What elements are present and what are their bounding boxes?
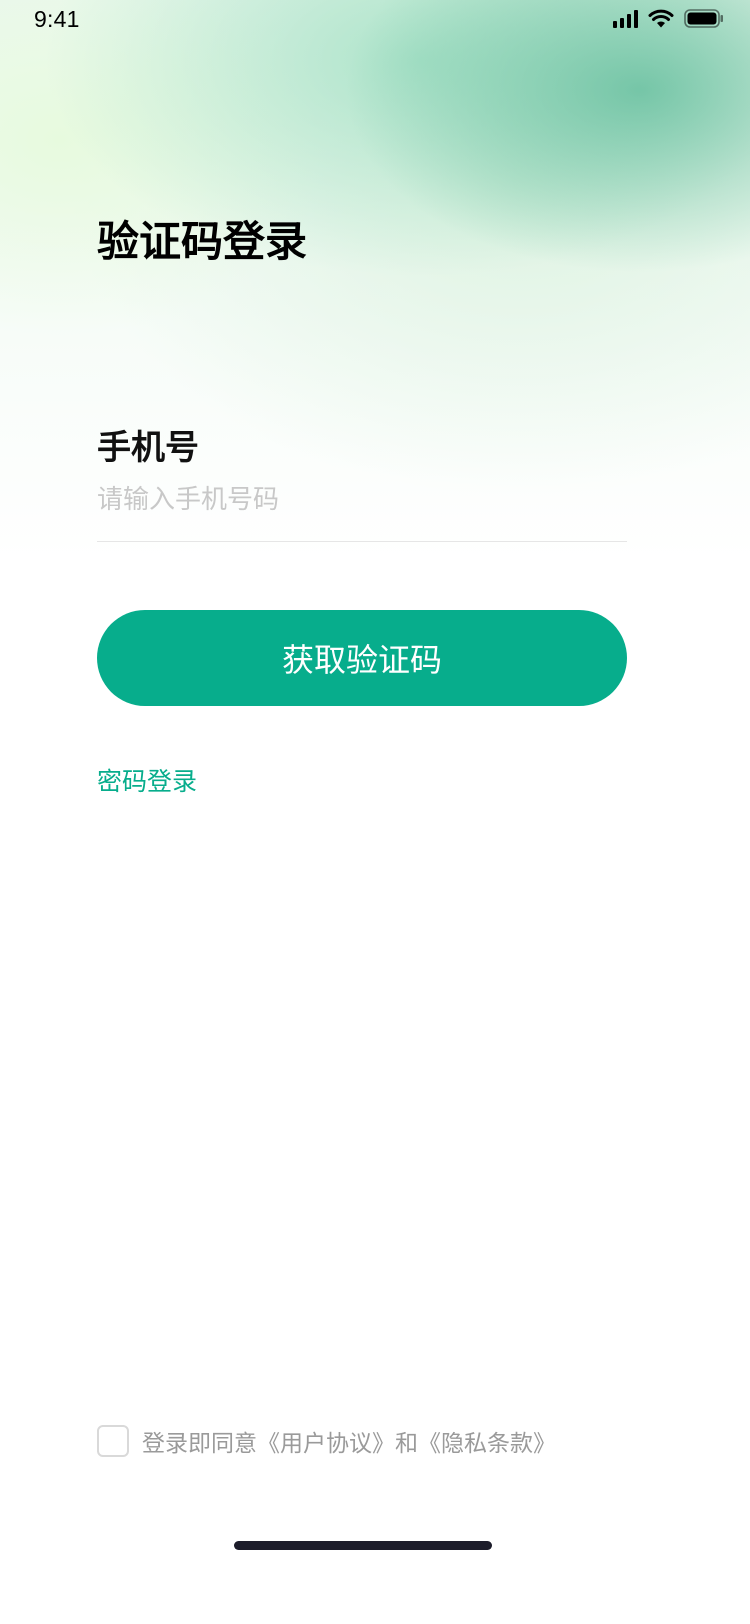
page-title: 验证码登录 [97, 217, 308, 266]
status-bar: 9:41 [0, 0, 750, 44]
battery-icon [684, 9, 723, 28]
agreement-row: 登录即同意《用户协议》和《隐私条款》 [97, 1424, 556, 1458]
home-indicator [234, 1541, 492, 1550]
status-time: 9:41 [34, 6, 80, 32]
agreement-checkbox[interactable] [97, 1425, 129, 1457]
agreement-text: 登录即同意《用户协议》和《隐私条款》 [142, 1431, 556, 1457]
phone-input[interactable] [97, 478, 627, 522]
phone-label: 手机号 [97, 428, 199, 468]
background-gradient [0, 0, 750, 560]
status-icons [613, 9, 724, 28]
password-login-link[interactable]: 密码登录 [97, 762, 197, 798]
get-code-button[interactable]: 获取验证码 [97, 610, 627, 706]
signal-icon [613, 10, 638, 28]
wifi-icon [648, 9, 674, 28]
input-divider [97, 541, 627, 542]
